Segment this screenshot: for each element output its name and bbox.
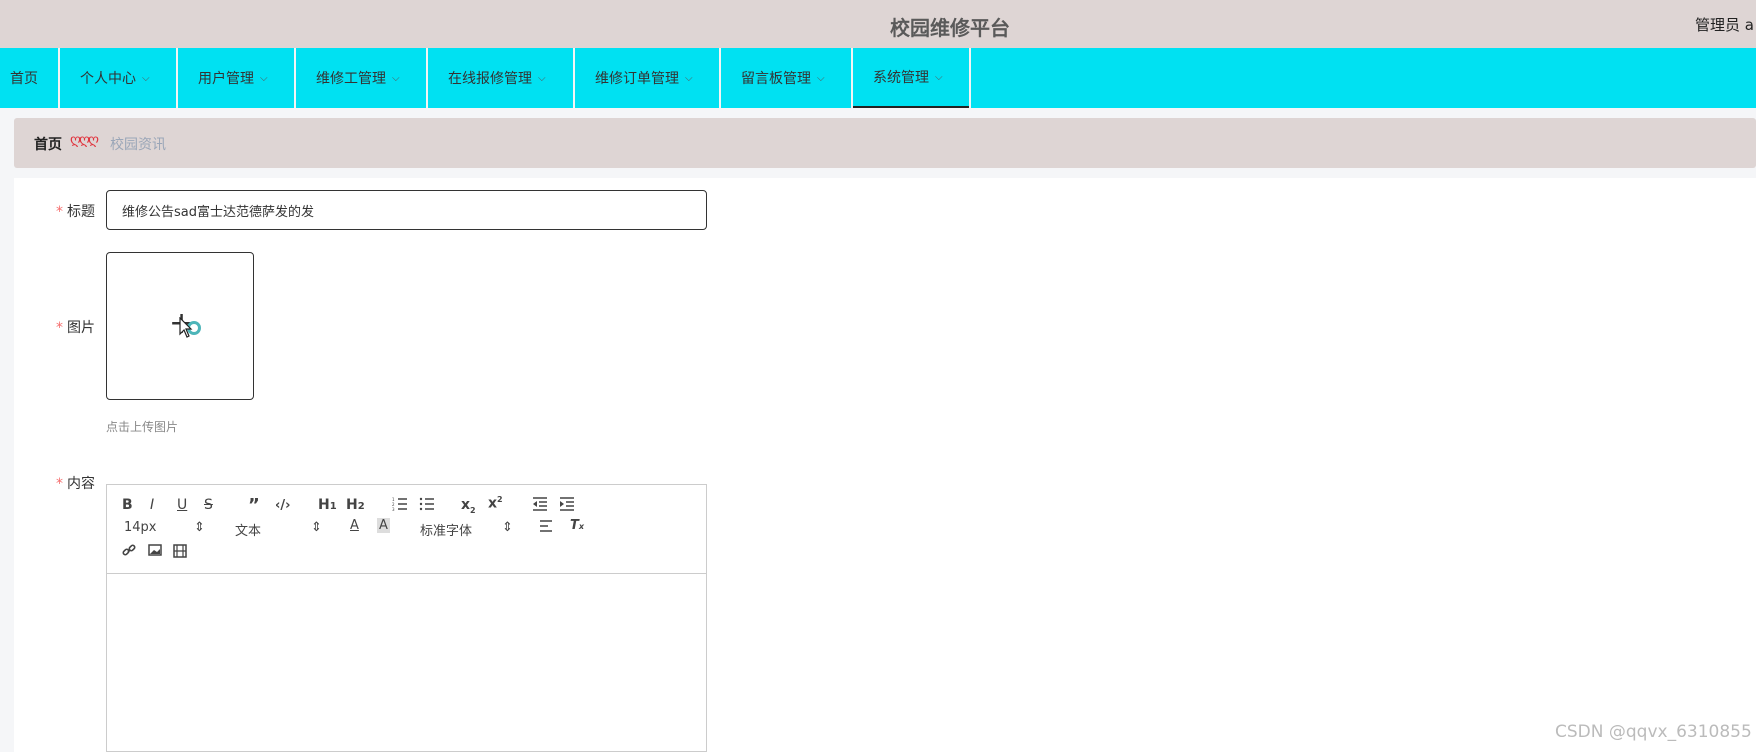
chevron-down-icon: ⌵	[538, 72, 546, 84]
mouse-pointer-icon	[179, 317, 193, 338]
nav-item-message-board[interactable]: 留言板管理 ⌵	[721, 48, 851, 108]
rich-text-editor: B I U S ” ‹/› H1 H2 123 x2 x2 14px ⇕ 文本 …	[106, 484, 707, 752]
nav-item-home[interactable]: 首页	[0, 48, 58, 108]
breadcrumb-separator: ღღღ	[70, 132, 99, 148]
image-label: * 图片	[56, 320, 95, 336]
breadcrumb: 首页 ღღღ 校园资讯	[14, 118, 1756, 168]
image-uploader[interactable]: +	[106, 252, 254, 400]
clear-format-icon[interactable]: Tx	[570, 518, 584, 533]
watermark: CSDN @qqvx_6310855	[1555, 722, 1752, 742]
align-icon[interactable]	[540, 520, 554, 532]
nav-item-label: 留言板管理	[741, 71, 811, 87]
h2-icon[interactable]: H2	[346, 497, 365, 513]
video-icon[interactable]	[173, 544, 187, 558]
nav-item-label: 系统管理	[873, 70, 929, 86]
bold-icon[interactable]: B	[122, 497, 133, 513]
font-family-chevron-icon: ⇕	[502, 520, 513, 535]
header-select[interactable]: 文本	[235, 520, 261, 539]
svg-text:3: 3	[392, 507, 395, 511]
link-icon[interactable]	[122, 544, 136, 558]
ordered-list-icon[interactable]: 123	[392, 497, 408, 511]
nav-item-label: 首页	[10, 71, 38, 87]
subscript-icon[interactable]: x2	[461, 497, 476, 515]
nav-item-label: 维修工管理	[316, 71, 386, 87]
nav-item-personal-center[interactable]: 个人中心 ⌵	[60, 48, 176, 108]
chevron-down-icon: ⌵	[685, 72, 693, 84]
bullet-list-icon[interactable]	[419, 497, 435, 511]
font-color-icon[interactable]: A	[350, 518, 359, 533]
code-icon[interactable]: ‹/›	[275, 498, 290, 513]
nav-item-user-management[interactable]: 用户管理 ⌵	[178, 48, 294, 108]
upload-tip: 点击上传图片	[106, 420, 179, 434]
nav-item-label: 用户管理	[198, 71, 254, 87]
background-color-icon[interactable]: A	[377, 518, 390, 533]
nav-item-label: 维修订单管理	[595, 71, 679, 87]
top-header: 校园维修平台 管理员 a	[0, 0, 1756, 48]
nav-item-label: 在线报修管理	[448, 71, 532, 87]
strike-icon[interactable]: S	[204, 497, 213, 513]
image-icon[interactable]	[148, 544, 162, 556]
chevron-down-icon: ⌵	[817, 72, 825, 84]
outdent-icon[interactable]	[532, 497, 548, 511]
breadcrumb-home[interactable]: 首页	[34, 134, 62, 154]
font-family-select[interactable]: 标准字体	[420, 520, 472, 539]
breadcrumb-current: 校园资讯	[110, 137, 166, 153]
italic-icon[interactable]: I	[150, 497, 154, 513]
font-size-chevron-icon: ⇕	[194, 520, 205, 535]
font-size-select[interactable]: 14px	[124, 520, 157, 535]
nav-item-label: 个人中心	[80, 71, 136, 87]
nav-item-online-repair[interactable]: 在线报修管理 ⌵	[428, 48, 573, 108]
underline-icon[interactable]: U	[177, 497, 187, 513]
editor-toolbar: B I U S ” ‹/› H1 H2 123 x2 x2 14px ⇕ 文本 …	[107, 485, 706, 574]
nav-item-system-management[interactable]: 系统管理 ⌵	[853, 48, 969, 108]
title-input[interactable]	[106, 190, 707, 230]
chevron-down-icon: ⌵	[935, 71, 943, 83]
required-mark: *	[56, 320, 63, 336]
blockquote-icon[interactable]: ”	[248, 495, 260, 516]
header-chevron-icon: ⇕	[311, 520, 322, 535]
h1-icon[interactable]: H1	[318, 497, 337, 513]
title-label: * 标题	[56, 204, 95, 220]
chevron-down-icon: ⌵	[392, 72, 400, 84]
indent-icon[interactable]	[559, 497, 575, 511]
required-mark: *	[56, 204, 63, 220]
nav-separator	[969, 48, 971, 108]
user-info[interactable]: 管理员 a	[1695, 14, 1754, 35]
main-nav: 首页 个人中心 ⌵ 用户管理 ⌵ 维修工管理 ⌵ 在线报修管理 ⌵ 维修订单管理…	[0, 48, 1756, 108]
editor-content-area[interactable]	[107, 574, 706, 752]
nav-item-repair-orders[interactable]: 维修订单管理 ⌵	[575, 48, 719, 108]
nav-item-repairman-management[interactable]: 维修工管理 ⌵	[296, 48, 426, 108]
app-title: 校园维修平台	[890, 16, 1010, 40]
required-mark: *	[56, 476, 63, 492]
superscript-icon[interactable]: x2	[488, 495, 503, 512]
chevron-down-icon: ⌵	[142, 72, 150, 84]
content-label: * 内容	[56, 476, 95, 492]
chevron-down-icon: ⌵	[260, 72, 268, 84]
